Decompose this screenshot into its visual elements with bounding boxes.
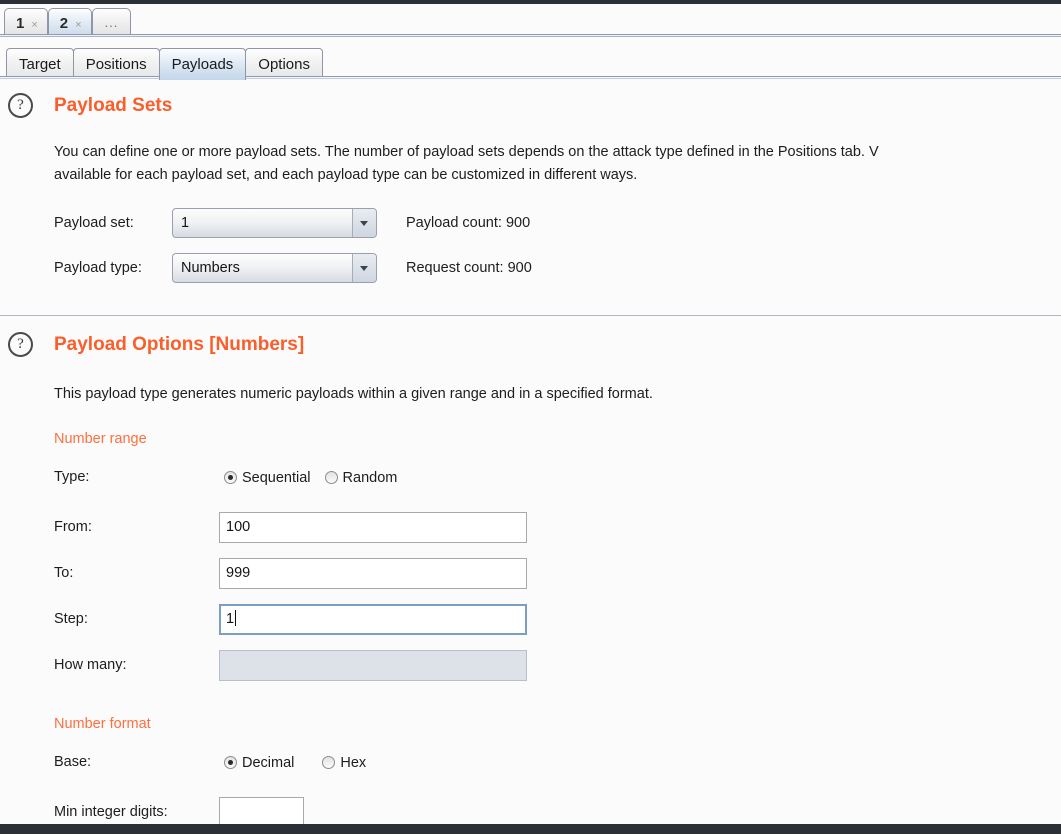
payload-type-label: Payload type: <box>54 260 142 276</box>
payload-set-label: Payload set: <box>54 215 134 231</box>
request-count-label: Request count: 900 <box>406 260 532 276</box>
radio-dot-icon <box>224 471 237 484</box>
to-row: To: 999 <box>54 558 1061 594</box>
attack-tab-1[interactable]: 1 × <box>4 8 48 37</box>
radio-sequential[interactable]: Sequential <box>224 463 311 493</box>
tab-target[interactable]: Target <box>6 48 74 80</box>
number-type-label: Type: <box>54 469 90 485</box>
payload-sets-description-line1: You can define one or more payload sets.… <box>54 144 879 160</box>
payload-options-header: ? Payload Options [Numbers] <box>0 316 1061 368</box>
attack-tab-2-label: 2 <box>59 15 69 32</box>
radio-random-label: Random <box>342 470 398 486</box>
step-label: Step: <box>54 611 88 627</box>
payload-sets-title: Payload Sets <box>54 95 173 116</box>
tab-positions[interactable]: Positions <box>72 48 160 80</box>
step-input[interactable]: 1 <box>219 604 527 635</box>
from-label: From: <box>54 519 92 535</box>
step-row: Step: 1 <box>54 604 1061 640</box>
payload-options-description: This payload type generates numeric payl… <box>54 386 653 402</box>
base-radio-group: Decimal Hex <box>224 747 380 778</box>
payload-set-row: Payload set: 1 Payload count: 900 <box>54 208 1061 242</box>
number-format-heading: Number format <box>54 716 151 732</box>
help-icon[interactable]: ? <box>8 332 33 357</box>
how-many-row: How many: <box>54 650 1061 686</box>
payload-sets-section: ? Payload Sets You can define one or mor… <box>0 81 1061 287</box>
radio-sequential-label: Sequential <box>242 470 311 486</box>
radio-decimal-label: Decimal <box>242 755 295 771</box>
chevron-down-icon[interactable] <box>352 209 376 237</box>
radio-dot-icon <box>324 471 338 484</box>
radio-dot-icon <box>224 756 237 769</box>
from-row: From: 100 <box>54 512 1061 548</box>
chevron-down-icon[interactable] <box>352 254 376 282</box>
tab-options[interactable]: Options <box>245 48 323 80</box>
tab-payloads[interactable]: Payloads <box>158 48 247 80</box>
payload-set-value: 1 <box>181 215 190 231</box>
attack-tab-bar: 1 × 2 × ... <box>0 4 1061 37</box>
payload-type-row: Payload type: Numbers Request count: 900 <box>54 253 1061 287</box>
attack-tab-overflow[interactable]: ... <box>91 8 132 37</box>
step-input-value: 1 <box>226 611 235 627</box>
text-caret <box>235 610 237 626</box>
help-icon[interactable]: ? <box>8 93 33 118</box>
payload-type-dropdown[interactable]: Numbers <box>172 253 377 283</box>
payload-sets-header: ? Payload Sets <box>0 81 1061 129</box>
radio-hex-label: Hex <box>340 755 367 771</box>
payload-sets-description-line2: available for each payload set, and each… <box>54 167 638 183</box>
radio-decimal[interactable]: Decimal <box>224 748 294 778</box>
number-type-radio-group: Sequential Random <box>224 462 411 493</box>
radio-random[interactable]: Random <box>324 463 398 493</box>
how-many-label: How many: <box>54 657 127 673</box>
from-input[interactable]: 100 <box>219 512 527 543</box>
radio-hex[interactable]: Hex <box>322 748 366 778</box>
radio-dot-icon <box>322 756 336 769</box>
base-label: Base: <box>54 754 92 770</box>
attack-tab-1-label: 1 <box>16 15 25 32</box>
number-type-row: Type: Sequential Random <box>54 462 1061 496</box>
attack-tab-2[interactable]: 2 × <box>47 8 92 37</box>
payload-type-value: Numbers <box>181 260 240 276</box>
bottom-dark-strip <box>0 824 1061 834</box>
base-row: Base: Decimal Hex <box>54 747 1061 781</box>
payload-options-section: ? Payload Options [Numbers] This payload… <box>0 316 1061 834</box>
to-input[interactable]: 999 <box>219 558 527 589</box>
how-many-input <box>219 650 527 681</box>
payload-count-label: Payload count: 900 <box>406 215 531 231</box>
payloads-panel: ? Payload Sets You can define one or mor… <box>0 81 1061 834</box>
min-integer-digits-label: Min integer digits: <box>54 804 168 820</box>
close-icon[interactable]: × <box>75 19 81 31</box>
payload-options-title: Payload Options [Numbers] <box>54 334 305 355</box>
intruder-tab-bar: Target Positions Payloads Options <box>0 37 1061 81</box>
close-icon[interactable]: × <box>31 19 37 31</box>
payload-set-dropdown[interactable]: 1 <box>172 208 377 238</box>
to-label: To: <box>54 565 74 581</box>
number-range-heading: Number range <box>54 431 147 447</box>
